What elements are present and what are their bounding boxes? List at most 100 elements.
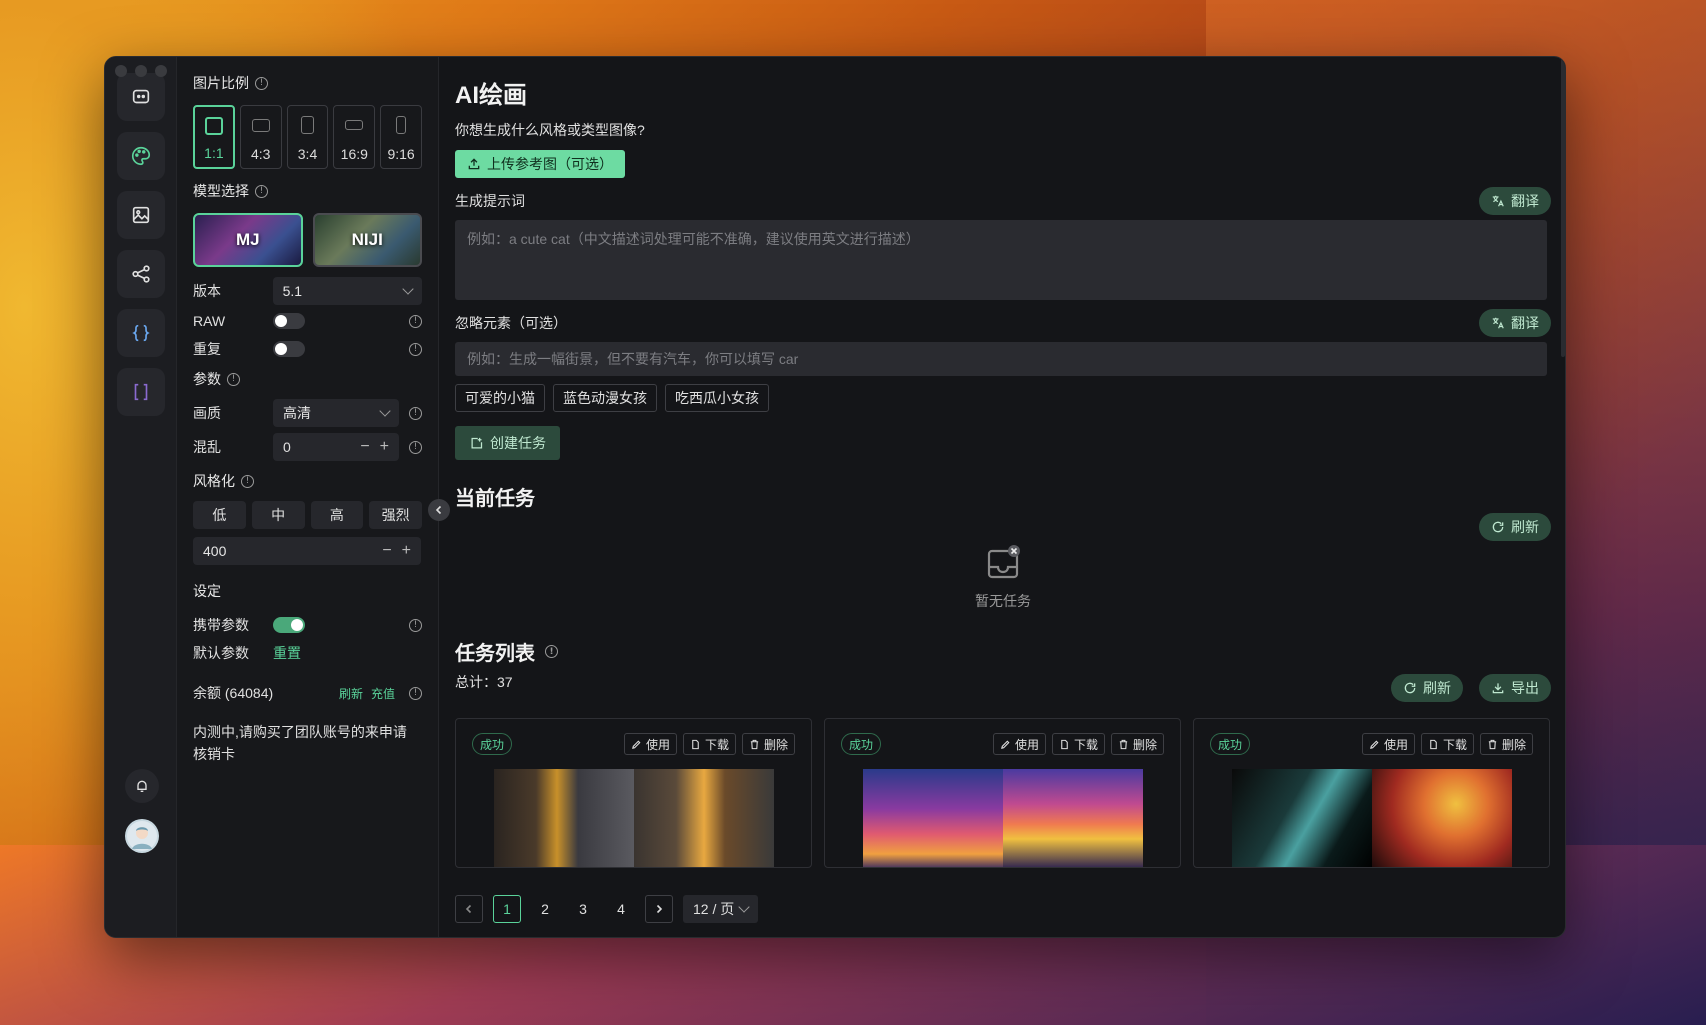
ratio-1-1[interactable]: 1:1 <box>193 105 235 169</box>
info-icon[interactable]: ! <box>409 406 422 420</box>
task-card: 成功 使用 下载 删除 <box>1193 718 1550 868</box>
stylize-strong-button[interactable]: 强烈 <box>369 501 422 529</box>
info-icon[interactable]: ! <box>241 474 254 488</box>
page-3[interactable]: 3 <box>569 895 597 923</box>
prompt-textarea[interactable]: 例如：a cute cat（中文描述词处理可能不准确，建议使用英文进行描述） <box>455 220 1547 300</box>
reset-link[interactable]: 重置 <box>273 643 301 663</box>
delete-button[interactable]: 删除 <box>741 733 795 755</box>
model-mj[interactable]: MJ <box>193 213 303 267</box>
translate-prompt-button[interactable]: 翻译 <box>1479 187 1551 215</box>
settings-title: 设定 <box>193 583 221 599</box>
delete-button[interactable]: 删除 <box>1479 733 1533 755</box>
scrollbar[interactable] <box>1561 57 1565 357</box>
plus-icon[interactable]: + <box>380 438 389 456</box>
ratio-9-16[interactable]: 9:16 <box>380 105 422 169</box>
suggestion-tag[interactable]: 可爱的小猫 <box>455 384 545 412</box>
add-task-icon <box>471 437 483 448</box>
page-1[interactable]: 1 <box>493 895 521 923</box>
recharge-link[interactable]: 充值 <box>371 685 395 702</box>
carry-params-label: 携带参数 <box>193 617 249 633</box>
prompt-label: 生成提示词 <box>455 193 525 209</box>
ratio-3-4[interactable]: 3:4 <box>286 105 329 169</box>
close-window-button[interactable] <box>115 65 127 77</box>
download-label: 下载 <box>1442 737 1467 752</box>
result-thumbnail[interactable] <box>493 769 774 867</box>
info-icon[interactable]: ! <box>227 372 240 386</box>
info-icon[interactable]: ! <box>255 184 268 198</box>
prev-page-button[interactable] <box>455 895 483 923</box>
app-window: 图片比例 ! 1:1 4:3 3:4 16:9 9:16 模型选择 ! MJ N… <box>104 56 1566 938</box>
negative-input[interactable]: 例如：生成一幅街景，但不要有汽车，你可以填写 car <box>455 342 1547 376</box>
create-task-button[interactable]: 创建任务 <box>455 426 560 460</box>
result-thumbnail[interactable] <box>862 769 1143 867</box>
translate-label: 翻译 <box>1511 315 1539 331</box>
notification-button[interactable] <box>125 769 159 803</box>
translate-icon <box>1492 195 1504 207</box>
ratio-16-9[interactable]: 16:9 <box>333 105 376 169</box>
info-icon[interactable]: ! <box>409 314 422 328</box>
page-size-select[interactable]: 12 / 页 <box>683 895 759 923</box>
minus-icon[interactable]: − <box>360 438 369 456</box>
version-select[interactable]: 5.1 <box>272 277 422 305</box>
collapse-panel-button[interactable] <box>428 499 450 521</box>
chat-nav-button[interactable] <box>117 73 165 121</box>
json-nav-button[interactable] <box>117 309 165 357</box>
chaos-stepper[interactable]: 0 − + <box>273 433 399 461</box>
page-2[interactable]: 2 <box>531 895 559 923</box>
image-icon <box>132 206 150 224</box>
minimize-window-button[interactable] <box>135 65 147 77</box>
prompt-label-row: 生成提示词 翻译 <box>455 187 1551 215</box>
refresh-current-button[interactable]: 刷新 <box>1479 513 1551 541</box>
download-button[interactable]: 下载 <box>1420 733 1474 755</box>
plus-icon[interactable]: + <box>402 542 411 560</box>
translate-negative-button[interactable]: 翻译 <box>1479 309 1551 337</box>
share-nav-button[interactable] <box>117 250 165 298</box>
info-icon[interactable]: ! <box>409 686 422 700</box>
page-4[interactable]: 4 <box>607 895 635 923</box>
use-button[interactable]: 使用 <box>1361 733 1415 755</box>
style-question: 你想生成什么风格或类型图像? <box>455 122 645 138</box>
avatar[interactable] <box>125 819 159 853</box>
delete-button[interactable]: 删除 <box>1110 733 1164 755</box>
upload-reference-button[interactable]: 上传参考图（可选） <box>455 150 625 178</box>
quality-select[interactable]: 高清 <box>273 399 399 427</box>
portrait-ratio-icon <box>301 116 314 134</box>
next-page-button[interactable] <box>645 895 673 923</box>
result-thumbnail[interactable] <box>1231 769 1512 867</box>
ratio-4-3[interactable]: 4:3 <box>239 105 282 169</box>
use-button[interactable]: 使用 <box>992 733 1046 755</box>
stylize-low-button[interactable]: 低 <box>193 501 246 529</box>
stylize-mid-button[interactable]: 中 <box>251 501 305 529</box>
stylize-stepper[interactable]: 400 − + <box>193 537 421 565</box>
gallery-nav-button[interactable] <box>117 191 165 239</box>
info-icon[interactable]: ! <box>409 342 422 356</box>
suggestion-tag[interactable]: 吃西瓜小女孩 <box>665 384 769 412</box>
info-icon[interactable]: ! <box>409 440 422 454</box>
avatar-icon <box>127 821 157 851</box>
minus-icon[interactable]: − <box>382 542 391 560</box>
download-button[interactable]: 下载 <box>1051 733 1105 755</box>
stylize-high-button[interactable]: 高 <box>310 501 364 529</box>
refresh-balance-link[interactable]: 刷新 <box>339 685 363 702</box>
model-niji[interactable]: NIJI <box>312 213 422 267</box>
raw-toggle[interactable] <box>273 313 305 329</box>
carry-params-toggle[interactable] <box>273 617 305 633</box>
info-icon[interactable]: ! <box>409 618 422 632</box>
brackets-nav-button[interactable] <box>117 368 165 416</box>
balance-row: 余额 (64084) 刷新 充值 ! <box>193 679 422 707</box>
negative-placeholder: 例如：生成一幅街景，但不要有汽车，你可以填写 car <box>467 351 799 367</box>
quality-value: 高清 <box>283 405 311 421</box>
suggestion-tag[interactable]: 蓝色动漫女孩 <box>553 384 657 412</box>
info-icon[interactable]: ! <box>545 645 558 658</box>
info-icon[interactable]: ! <box>255 76 268 90</box>
ratio-label: 4:3 <box>250 146 271 162</box>
refresh-list-button[interactable]: 刷新 <box>1391 674 1463 702</box>
zoom-window-button[interactable] <box>155 65 167 77</box>
export-button[interactable]: 导出 <box>1479 674 1551 702</box>
paint-nav-button[interactable] <box>117 132 165 180</box>
use-button[interactable]: 使用 <box>623 733 677 755</box>
repeat-toggle[interactable] <box>273 341 305 357</box>
download-button[interactable]: 下载 <box>682 733 736 755</box>
version-label: 版本 <box>193 283 221 299</box>
refresh-icon <box>1404 682 1416 694</box>
